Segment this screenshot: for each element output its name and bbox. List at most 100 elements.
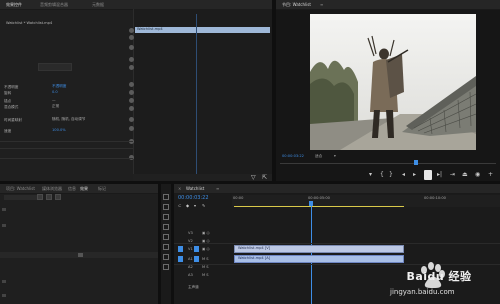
effect-folder-row[interactable] [2,294,6,297]
close-icon[interactable]: × [178,186,181,191]
tab-markers[interactable]: 标记 [98,186,106,192]
tab-program[interactable]: 节目: Watchlist [282,2,311,8]
tab-media-browser[interactable]: 媒体浏览器 [42,186,62,192]
effect-mini-timeline [133,9,272,181]
add-marker-icon[interactable]: ▾ [194,203,196,209]
effects-list [0,202,158,304]
timeline-settings-icon[interactable]: ✎ [202,203,205,209]
tools-panel [161,184,171,304]
effect-folder-row[interactable] [2,208,6,211]
prop-value-blend[interactable]: 正常 [52,104,59,109]
play-icon[interactable]: ▸ [413,172,416,178]
track-mute-icon[interactable]: M S [202,265,209,269]
effect-folder-row[interactable] [2,280,6,283]
go-to-in-icon[interactable]: } [389,172,393,178]
reset-icon[interactable] [129,65,134,70]
reset-icon[interactable] [129,126,134,131]
program-scrub-bar[interactable] [280,163,496,164]
effects-search-input[interactable] [4,195,40,200]
effect-badge [78,253,83,257]
prop-value-opacity[interactable]: 不透明度 [52,84,66,89]
timeline-timecode[interactable]: 00:00:03:22 [178,195,209,201]
tab-effects[interactable]: 效果 [80,186,88,192]
ruler-label: 00:00:05:00 [308,196,330,200]
yuv-effects-icon[interactable] [55,194,61,200]
source-patch-v1[interactable] [178,246,183,252]
ruler-label: 00:00 [233,196,244,200]
slip-tool-icon[interactable] [163,234,169,240]
tab-audio-mixer[interactable]: 音频剪辑混合器 [40,2,68,8]
program-playhead[interactable] [414,160,418,165]
video-frame [310,14,476,150]
track-select-tool-icon[interactable] [163,204,169,210]
ripple-edit-tool-icon[interactable] [163,214,169,220]
tab-metadata[interactable]: 元数据 [92,2,104,8]
step-back-icon[interactable]: ◂ [402,172,405,178]
panel-menu-icon[interactable]: ≡ [320,2,323,7]
prop-value-remap[interactable]: 随机, 随机, 自动调节 [52,117,85,122]
program-monitor-panel: 节目: Watchlist ≡ 00:00:03:22 适合 ▾ ▾ {} ◂… [276,0,500,181]
reset-icon[interactable] [129,90,134,95]
filter-icon[interactable]: ▽ [251,175,256,181]
prop-value-rotation[interactable]: 0.0 [52,90,58,94]
play-button[interactable] [424,170,432,180]
hand-tool-icon[interactable] [163,254,169,260]
fit-select[interactable]: 适合 [315,154,322,159]
lift-icon[interactable]: ⏏ [462,172,468,178]
program-timecode[interactable]: 00:00:03:22 [282,154,304,158]
effect-value-box[interactable] [38,63,72,71]
pen-tool-icon[interactable] [163,244,169,250]
prop-label-anchor: 锚点 [4,99,12,103]
clip-title: Watchlist * Watchlist.mp4 [6,21,53,25]
prop-label-remap: 时间重映射 [4,118,22,122]
accelerated-effects-icon[interactable] [37,194,43,200]
ruler-label: 00:00:10:00 [424,196,446,200]
linked-selection-icon[interactable]: ◆ [186,203,189,209]
panel-menu-icon[interactable]: ≡ [216,186,219,191]
prop-label-blend: 混合模式 [4,105,19,109]
mark-in-icon[interactable]: ▾ [369,172,372,178]
prop-label-opacity: 不透明度 [4,85,19,89]
track-label-a1: A1 [188,257,193,261]
watermark-text: Baidu 经验 [406,270,472,283]
reset-icon[interactable] [129,57,134,62]
effect-clip-label: Watchlist.mp4 [137,27,163,31]
reset-icon[interactable] [129,28,134,33]
reset-icon[interactable] [129,98,134,103]
reset-icon[interactable] [129,82,134,87]
step-forward-icon[interactable]: ▸| [437,172,442,178]
export-icon[interactable]: ⇱ [262,175,267,181]
tab-info[interactable]: 信息 [68,186,76,192]
track-lock-icon[interactable]: ▣ ◎ [202,231,210,235]
mark-out-icon[interactable]: { [380,172,384,178]
track-mute-icon[interactable]: M S [202,257,209,261]
a1-target-toggle[interactable] [194,256,199,262]
tab-effect-controls[interactable]: 效果控件 [6,2,22,8]
prop-value-anchor[interactable]: — [52,98,56,102]
watermark-url: jingyan.baidu.com [390,288,455,296]
export-frame-icon[interactable]: ◉ [475,172,480,178]
track-mute-icon[interactable]: M S [202,273,209,277]
snap-icon[interactable]: ⊂ [178,203,181,209]
v1-target-toggle[interactable] [194,246,199,252]
go-to-out-icon[interactable]: ⇥ [450,172,455,178]
reset-icon[interactable] [129,106,134,111]
source-patch-a1[interactable] [178,256,183,262]
track-lock-icon[interactable]: ▣ ◎ [202,247,210,251]
razor-tool-icon[interactable] [163,224,169,230]
reset-icon[interactable] [129,35,134,40]
reset-icon[interactable] [129,117,134,122]
fit-dropdown-icon[interactable]: ▾ [334,154,336,158]
zoom-tool-icon[interactable] [163,264,169,270]
work-area-bar[interactable] [234,206,404,207]
32bit-effects-icon[interactable] [46,194,52,200]
button-editor-icon[interactable]: + [488,172,493,178]
effect-folder-row[interactable] [2,224,6,227]
selection-tool-icon[interactable] [163,194,169,200]
tab-project[interactable]: 项目: Watchlist [6,186,35,192]
tab-timeline[interactable]: Watchlist [186,186,204,191]
prop-value-speed[interactable]: 100.0% [52,128,66,132]
row-divider [0,148,133,149]
project-panel: 项目: Watchlist 媒体浏览器 信息 效果 标记 [0,184,158,304]
reset-icon[interactable] [129,45,134,50]
